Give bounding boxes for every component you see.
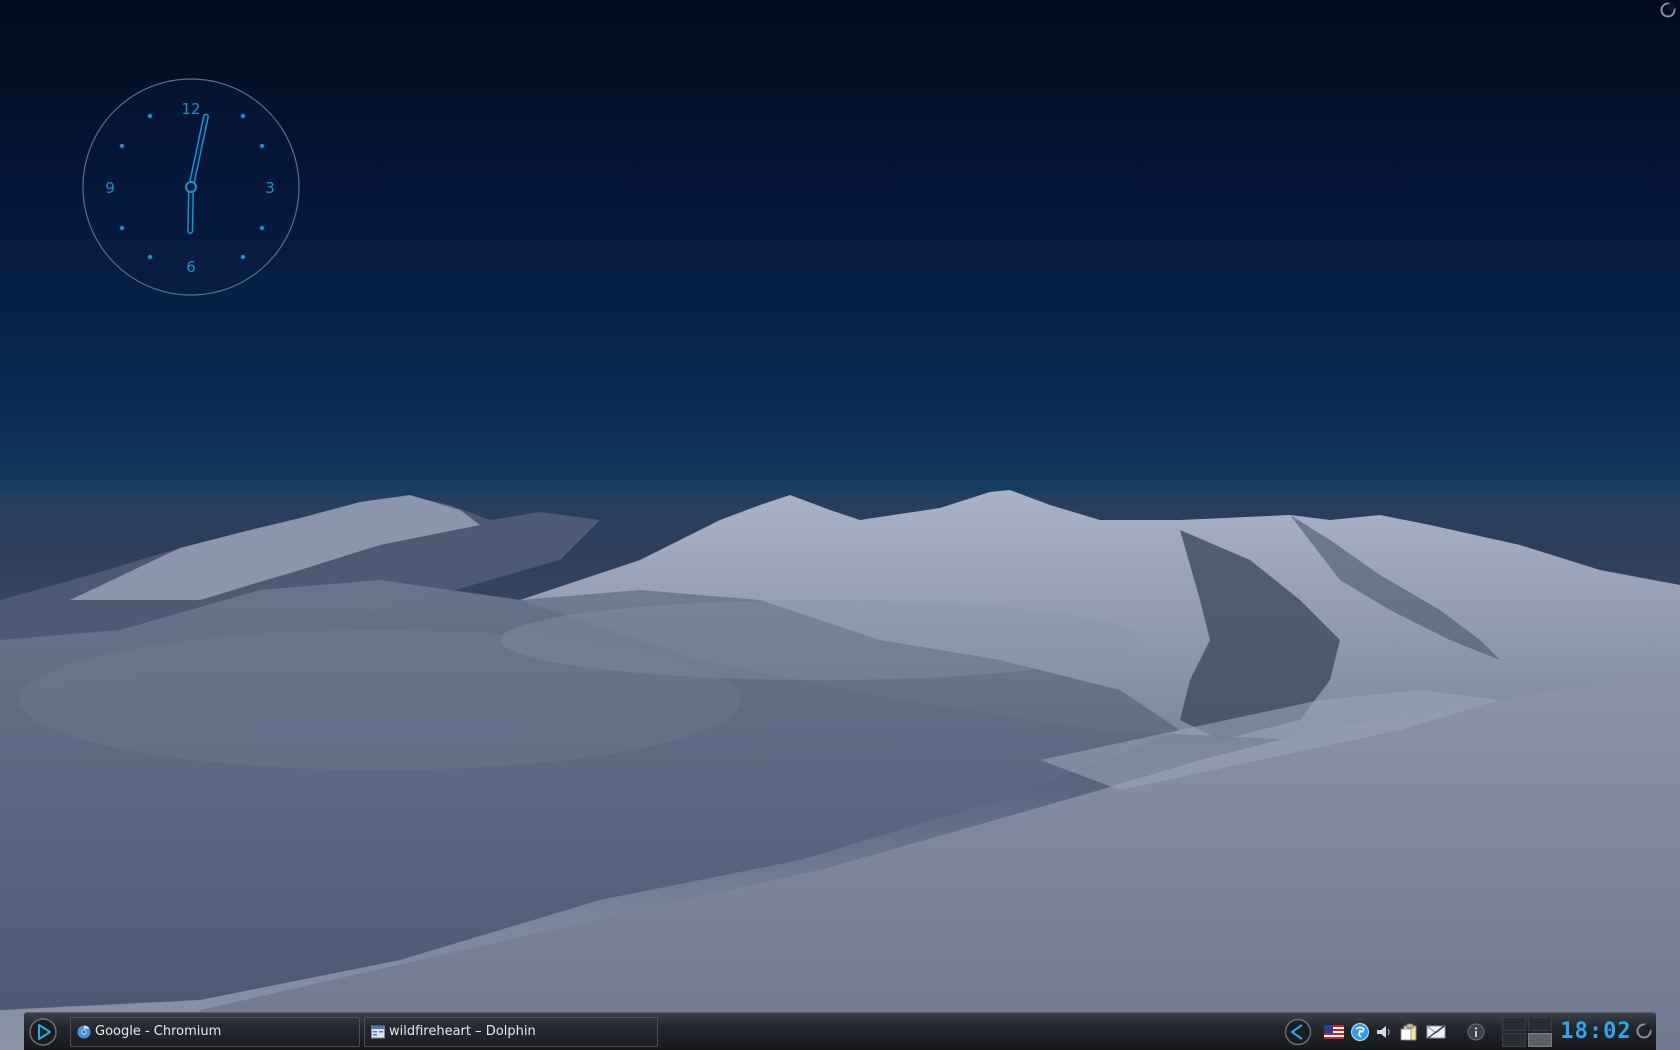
tray-expand-icon[interactable] [1284,1018,1312,1046]
mail-icon[interactable] [1426,1023,1446,1041]
clock-numeral-3: 3 [265,179,275,197]
task-dolphin-label: wildfireheart – Dolphin [389,1024,536,1039]
desktop-pager[interactable] [1502,1017,1554,1047]
info-icon[interactable] [1466,1023,1486,1041]
digital-clock[interactable]: 18:02 [1558,1016,1634,1048]
desktop-toolbox-icon[interactable] [1660,2,1676,18]
chromium-icon [77,1025,91,1039]
pager-desktop-1[interactable] [1502,1017,1526,1031]
task-chromium-label: Google - Chromium [95,1024,222,1039]
panel-toolbox-icon[interactable] [1636,1023,1652,1039]
taskbar-panel: Google - Chromium wildfireheart – Dolphi… [24,1012,1656,1050]
us-flag-keyboard-icon[interactable] [1324,1023,1344,1041]
clock-numeral-12: 12 [181,100,200,118]
clock-numeral-9: 9 [105,179,115,197]
task-dolphin[interactable]: wildfireheart – Dolphin [364,1017,658,1047]
kickoff-launcher-icon[interactable] [28,1017,58,1047]
clock-numeral-6: 6 [186,258,196,276]
clock-face: 12 3 6 9 [82,78,300,296]
dolphin-icon [371,1025,385,1039]
task-chromium[interactable]: Google - Chromium [70,1017,360,1047]
clock-hour-hand-inner [188,185,193,233]
pager-desktop-4-active[interactable] [1528,1033,1552,1047]
pager-desktop-2[interactable] [1528,1017,1552,1031]
pager-desktop-3[interactable] [1502,1033,1526,1047]
desktop[interactable]: 12 3 6 9 Google - Chromium wildfireheart… [0,0,1680,1050]
analog-clock-widget[interactable]: 12 3 6 9 [80,76,302,298]
volume-icon[interactable] [1374,1023,1394,1041]
clipboard-icon[interactable] [1400,1023,1420,1041]
clock-hub [185,181,197,193]
network-manager-icon[interactable] [1350,1023,1370,1041]
